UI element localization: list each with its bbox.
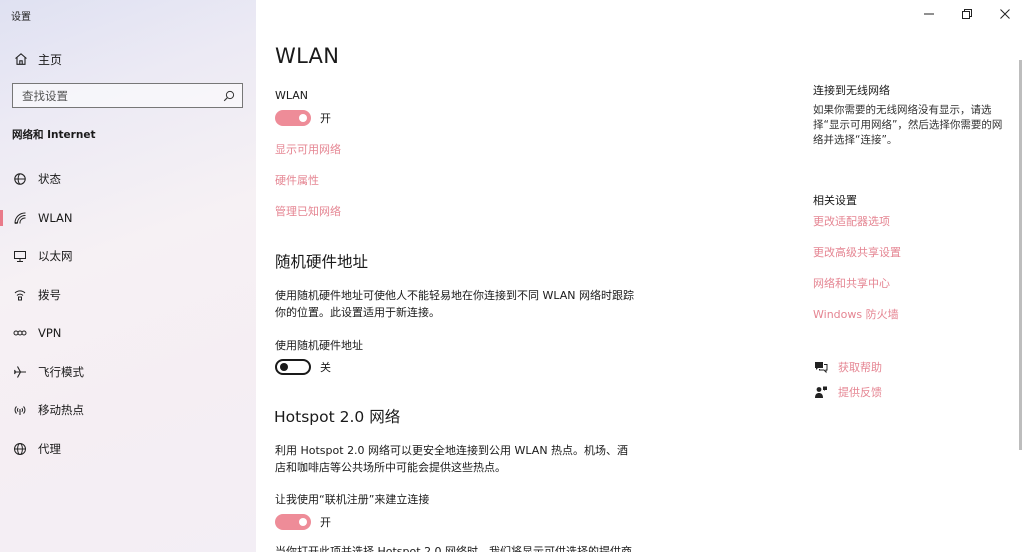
sidebar-item-status[interactable]: 状态 [0, 160, 256, 199]
search-input[interactable] [22, 88, 222, 103]
sidebar-item-label: 拨号 [38, 287, 61, 302]
get-help-link[interactable]: 获取帮助 [813, 359, 882, 375]
windows-firewall-link[interactable]: Windows 防火墙 [813, 306, 899, 322]
wlan-toggle[interactable]: 开 [275, 110, 331, 126]
sidebar-item-wlan[interactable]: WLAN [0, 199, 256, 238]
dialup-icon [12, 287, 28, 303]
scrollbar[interactable] [1019, 60, 1022, 450]
connect-wireless-text: 如果你需要的无线网络没有显示，请选择“显示可用网络”，然后选择你需要的网络并选择… [813, 104, 1003, 146]
vpn-icon [12, 325, 28, 341]
hotspot-heading: Hotspot 2.0 网络 [274, 408, 401, 426]
random-hw-toggle[interactable]: 关 [275, 359, 331, 375]
hotspot-toggle[interactable]: 开 [275, 514, 331, 530]
minimize-icon [924, 13, 934, 15]
hotspot-icon [12, 402, 28, 418]
section-title: 网络和 Internet [12, 129, 96, 141]
globe-icon [12, 441, 28, 457]
restore-button[interactable] [948, 0, 986, 28]
sidebar-item-ethernet[interactable]: 以太网 [0, 237, 256, 276]
wlan-toggle-state: 开 [320, 112, 331, 125]
hotspot-toggle-state: 开 [320, 516, 331, 529]
sidebar-item-label: WLAN [38, 210, 73, 225]
hotspot-footer-text: 当你打开此项并选择 Hotspot 2.0 网络时，我们将显示可供选择的提供商 [275, 545, 633, 552]
network-sharing-center-link[interactable]: 网络和共享中心 [813, 275, 890, 291]
hardware-properties-link[interactable]: 硬件属性 [275, 172, 319, 188]
random-hw-toggle-label: 使用随机硬件地址 [275, 339, 363, 352]
sidebar-item-label: 移动热点 [38, 403, 84, 418]
sidebar-item-vpn[interactable]: VPN [0, 314, 256, 353]
hotspot-switch[interactable] [275, 514, 311, 530]
sidebar-item-proxy[interactable]: 代理 [0, 430, 256, 469]
sidebar-item-airplane[interactable]: 飞行模式 [0, 353, 256, 392]
feedback-icon [813, 384, 829, 400]
wifi-icon [12, 210, 28, 226]
sidebar-item-dialup[interactable]: 拨号 [0, 276, 256, 315]
page-title: WLAN [275, 44, 340, 68]
adapter-options-link[interactable]: 更改适配器选项 [813, 213, 890, 229]
manage-known-networks-link[interactable]: 管理已知网络 [275, 203, 341, 219]
window-title: 设置 [11, 12, 31, 23]
random-hw-heading: 随机硬件地址 [275, 253, 369, 271]
hotspot-toggle-label: 让我使用“联机注册”来建立连接 [275, 493, 430, 506]
home-button[interactable]: 主页 [12, 49, 62, 69]
wlan-switch[interactable] [275, 110, 311, 126]
close-icon [1000, 9, 1010, 19]
help-chat-icon [813, 359, 829, 375]
sidebar-item-label: VPN [38, 326, 62, 341]
main-content: WLAN WLAN 开 显示可用网络 硬件属性 管理已知网络 随机硬件地址 使用… [256, 0, 1024, 552]
search-icon[interactable] [222, 89, 236, 103]
random-hw-switch[interactable] [275, 359, 311, 375]
home-label: 主页 [38, 52, 63, 67]
show-available-networks-link[interactable]: 显示可用网络 [275, 141, 341, 157]
get-help-label: 获取帮助 [838, 361, 882, 374]
sidebar-item-label: 代理 [38, 441, 61, 456]
sidebar: 设置 主页 网络和 Internet 状态 WLAN [0, 0, 256, 552]
random-hw-toggle-state: 关 [320, 361, 331, 374]
minimize-button[interactable] [910, 0, 948, 28]
advanced-sharing-link[interactable]: 更改高级共享设置 [813, 244, 901, 260]
related-settings-title: 相关设置 [813, 194, 857, 207]
close-button[interactable] [986, 0, 1024, 28]
airplane-icon [12, 364, 28, 380]
wlan-toggle-label: WLAN [275, 89, 309, 102]
give-feedback-label: 提供反馈 [838, 386, 882, 399]
sidebar-item-hotspot[interactable]: 移动热点 [0, 391, 256, 430]
give-feedback-link[interactable]: 提供反馈 [813, 384, 882, 400]
window-controls [910, 0, 1024, 28]
ethernet-icon [12, 248, 28, 264]
restore-icon [962, 9, 972, 19]
random-hw-description: 使用随机硬件地址可使他人不能轻易地在你连接到不同 WLAN 网络时跟踪你的位置。… [275, 289, 635, 319]
sidebar-item-label: 状态 [38, 172, 61, 187]
sidebar-nav: 状态 WLAN 以太网 拨号 VPN 飞行模式 移动热点 代理 [0, 160, 256, 468]
sidebar-item-label: 以太网 [38, 249, 73, 264]
connect-wireless-title: 连接到无线网络 [813, 84, 890, 97]
search-box[interactable] [12, 83, 243, 108]
status-icon [12, 171, 28, 187]
sidebar-item-label: 飞行模式 [38, 364, 84, 379]
hotspot-description: 利用 Hotspot 2.0 网络可以更安全地连接到公用 WLAN 热点。机场、… [275, 444, 629, 474]
home-icon [12, 50, 30, 68]
